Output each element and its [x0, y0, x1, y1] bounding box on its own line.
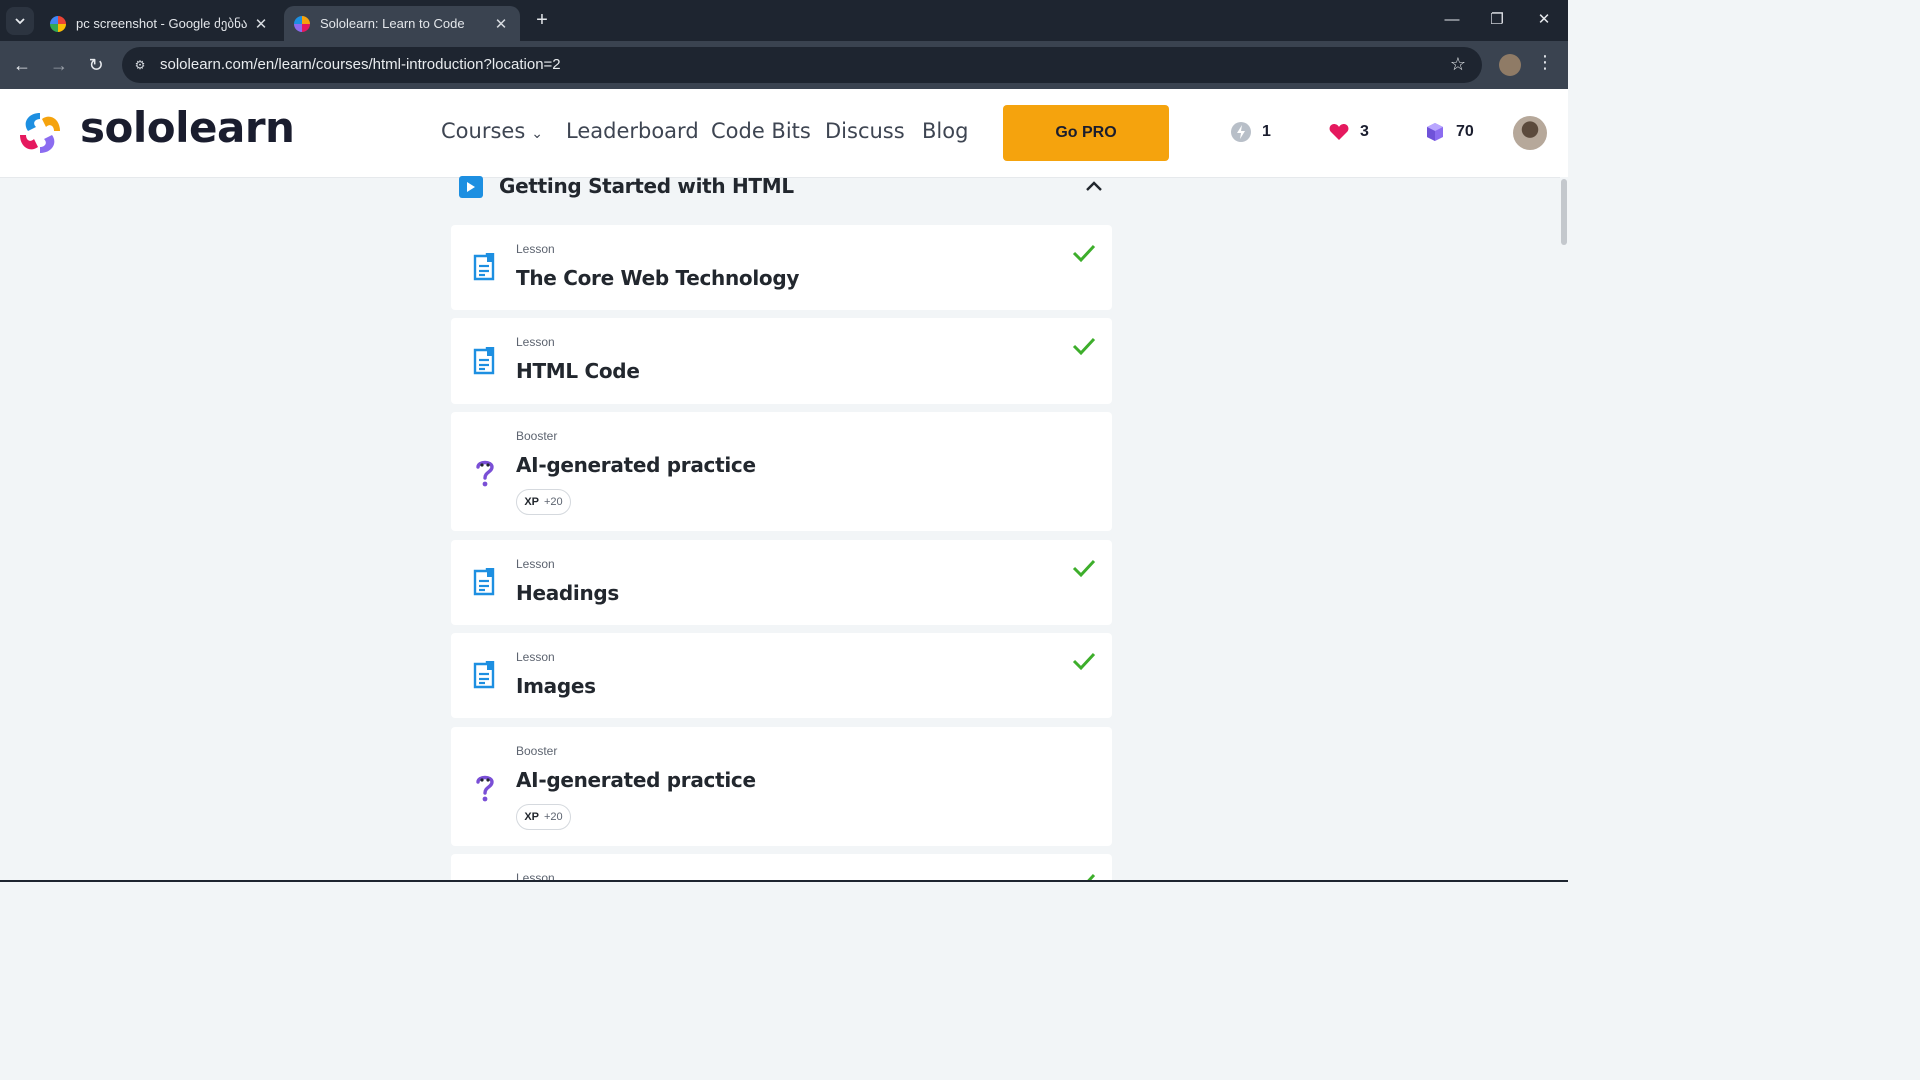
lesson-card[interactable]: Lesson The Core Web Technology [451, 225, 1112, 310]
gems-counter[interactable]: 70 [1424, 121, 1474, 143]
sololearn-logo-icon[interactable] [16, 109, 64, 157]
forward-icon[interactable]: → [47, 53, 71, 77]
address-bar[interactable]: ⚙ sololearn.com/en/learn/courses/html-in… [122, 47, 1482, 83]
xp-value: +20 [544, 496, 563, 508]
go-pro-button[interactable]: Go PRO [1003, 105, 1169, 161]
browser-menu-icon[interactable]: ⋮ [1535, 52, 1555, 76]
browser-tab-sololearn[interactable]: Sololearn: Learn to Code ✕ [284, 6, 520, 41]
logo-text[interactable]: sololearn [80, 103, 295, 152]
xp-badge: XP +20 [516, 489, 571, 515]
restore-icon[interactable]: ❐ [1485, 8, 1509, 32]
checkmark-icon [1072, 559, 1096, 578]
close-tab-icon[interactable]: ✕ [252, 15, 270, 33]
close-window-icon[interactable]: ✕ [1532, 8, 1556, 32]
booster-card[interactable]: Booster AI-generated practice XP +20 [451, 727, 1112, 846]
streak-value: 1 [1262, 123, 1271, 140]
nav-blog[interactable]: Blog [922, 119, 968, 143]
scrollbar-thumb[interactable] [1561, 179, 1567, 245]
tab-title: Sololearn: Learn to Code [320, 16, 465, 31]
lesson-card[interactable]: Lesson [451, 854, 1112, 882]
checkmark-icon [1072, 652, 1096, 671]
browser-profile-avatar[interactable] [1499, 54, 1521, 76]
xp-label: XP [524, 496, 539, 508]
item-title: HTML Code [516, 359, 640, 383]
lightning-icon [1230, 121, 1252, 143]
module-title: Getting Started with HTML [499, 174, 794, 198]
url-text[interactable]: sololearn.com/en/learn/courses/html-intr… [160, 56, 561, 73]
item-title: Headings [516, 581, 620, 605]
booster-card[interactable]: Booster AI-generated practice XP +20 [451, 412, 1112, 531]
chevron-up-icon[interactable] [1084, 176, 1104, 196]
nav-leaderboard[interactable]: Leaderboard [566, 119, 699, 143]
lesson-card[interactable]: Lesson Headings [451, 540, 1112, 625]
play-icon [459, 176, 483, 198]
gems-value: 70 [1456, 123, 1474, 140]
item-kind: Lesson [516, 557, 555, 571]
item-title: Images [516, 674, 596, 698]
item-title: AI-generated practice [516, 768, 756, 792]
lesson-document-icon [473, 661, 495, 689]
xp-badge: XP +20 [516, 804, 571, 830]
lesson-card[interactable]: Lesson Images [451, 633, 1112, 718]
item-title: AI-generated practice [516, 453, 756, 477]
question-mark-icon [476, 775, 494, 802]
question-mark-icon [476, 460, 494, 487]
user-avatar[interactable] [1513, 116, 1547, 150]
hearts-counter[interactable]: 3 [1328, 121, 1369, 143]
item-kind: Booster [516, 429, 558, 443]
minimize-icon[interactable]: — [1440, 8, 1464, 32]
item-kind: Booster [516, 744, 558, 758]
nav-code-bits[interactable]: Code Bits [711, 119, 811, 143]
lesson-document-icon [473, 347, 495, 375]
back-icon[interactable]: ← [10, 53, 34, 77]
chevron-down-icon [15, 18, 25, 25]
lesson-document-icon [473, 253, 495, 281]
gem-icon [1424, 121, 1446, 143]
heart-icon [1328, 121, 1350, 143]
lesson-card[interactable]: Lesson HTML Code [451, 318, 1112, 404]
browser-toolbar: ← → ↻ ⚙ sololearn.com/en/learn/courses/h… [0, 41, 1568, 89]
site-header: sololearn Courses ⌄ Leaderboard Code Bits… [0, 89, 1568, 177]
xp-value: +20 [544, 811, 563, 823]
nav-courses-label: Courses [441, 119, 526, 143]
browser-tab-google[interactable]: pc screenshot - Google ძებნა ✕ [40, 6, 280, 41]
site-info-icon[interactable]: ⚙ [132, 57, 148, 73]
nav-discuss[interactable]: Discuss [825, 119, 905, 143]
new-tab-button[interactable]: + [530, 9, 554, 33]
item-kind: Lesson [516, 242, 555, 256]
hearts-value: 3 [1360, 123, 1369, 140]
item-kind: Lesson [516, 335, 555, 349]
sololearn-icon [294, 15, 310, 32]
google-icon [50, 15, 66, 32]
item-title: The Core Web Technology [516, 266, 800, 290]
checkmark-icon [1072, 244, 1096, 263]
module-header[interactable]: Getting Started with HTML [451, 170, 1112, 202]
item-kind: Lesson [516, 650, 555, 664]
browser-tab-bar: pc screenshot - Google ძებნა ✕ Sololearn… [0, 0, 1568, 41]
page-scrollbar[interactable] [1560, 177, 1568, 882]
lesson-document-icon [473, 568, 495, 596]
streak-counter[interactable]: 1 [1230, 121, 1271, 143]
chevron-down-icon: ⌄ [531, 126, 543, 142]
xp-label: XP [524, 811, 539, 823]
bookmark-star-icon[interactable]: ☆ [1450, 54, 1466, 75]
close-tab-icon[interactable]: ✕ [492, 15, 510, 33]
window-bottom-edge [0, 880, 1568, 882]
nav-courses[interactable]: Courses ⌄ [441, 119, 543, 143]
reload-icon[interactable]: ↻ [84, 53, 108, 77]
tab-title: pc screenshot - Google ძებნა [76, 15, 248, 31]
checkmark-icon [1072, 337, 1096, 356]
tab-search-button[interactable] [6, 7, 34, 35]
